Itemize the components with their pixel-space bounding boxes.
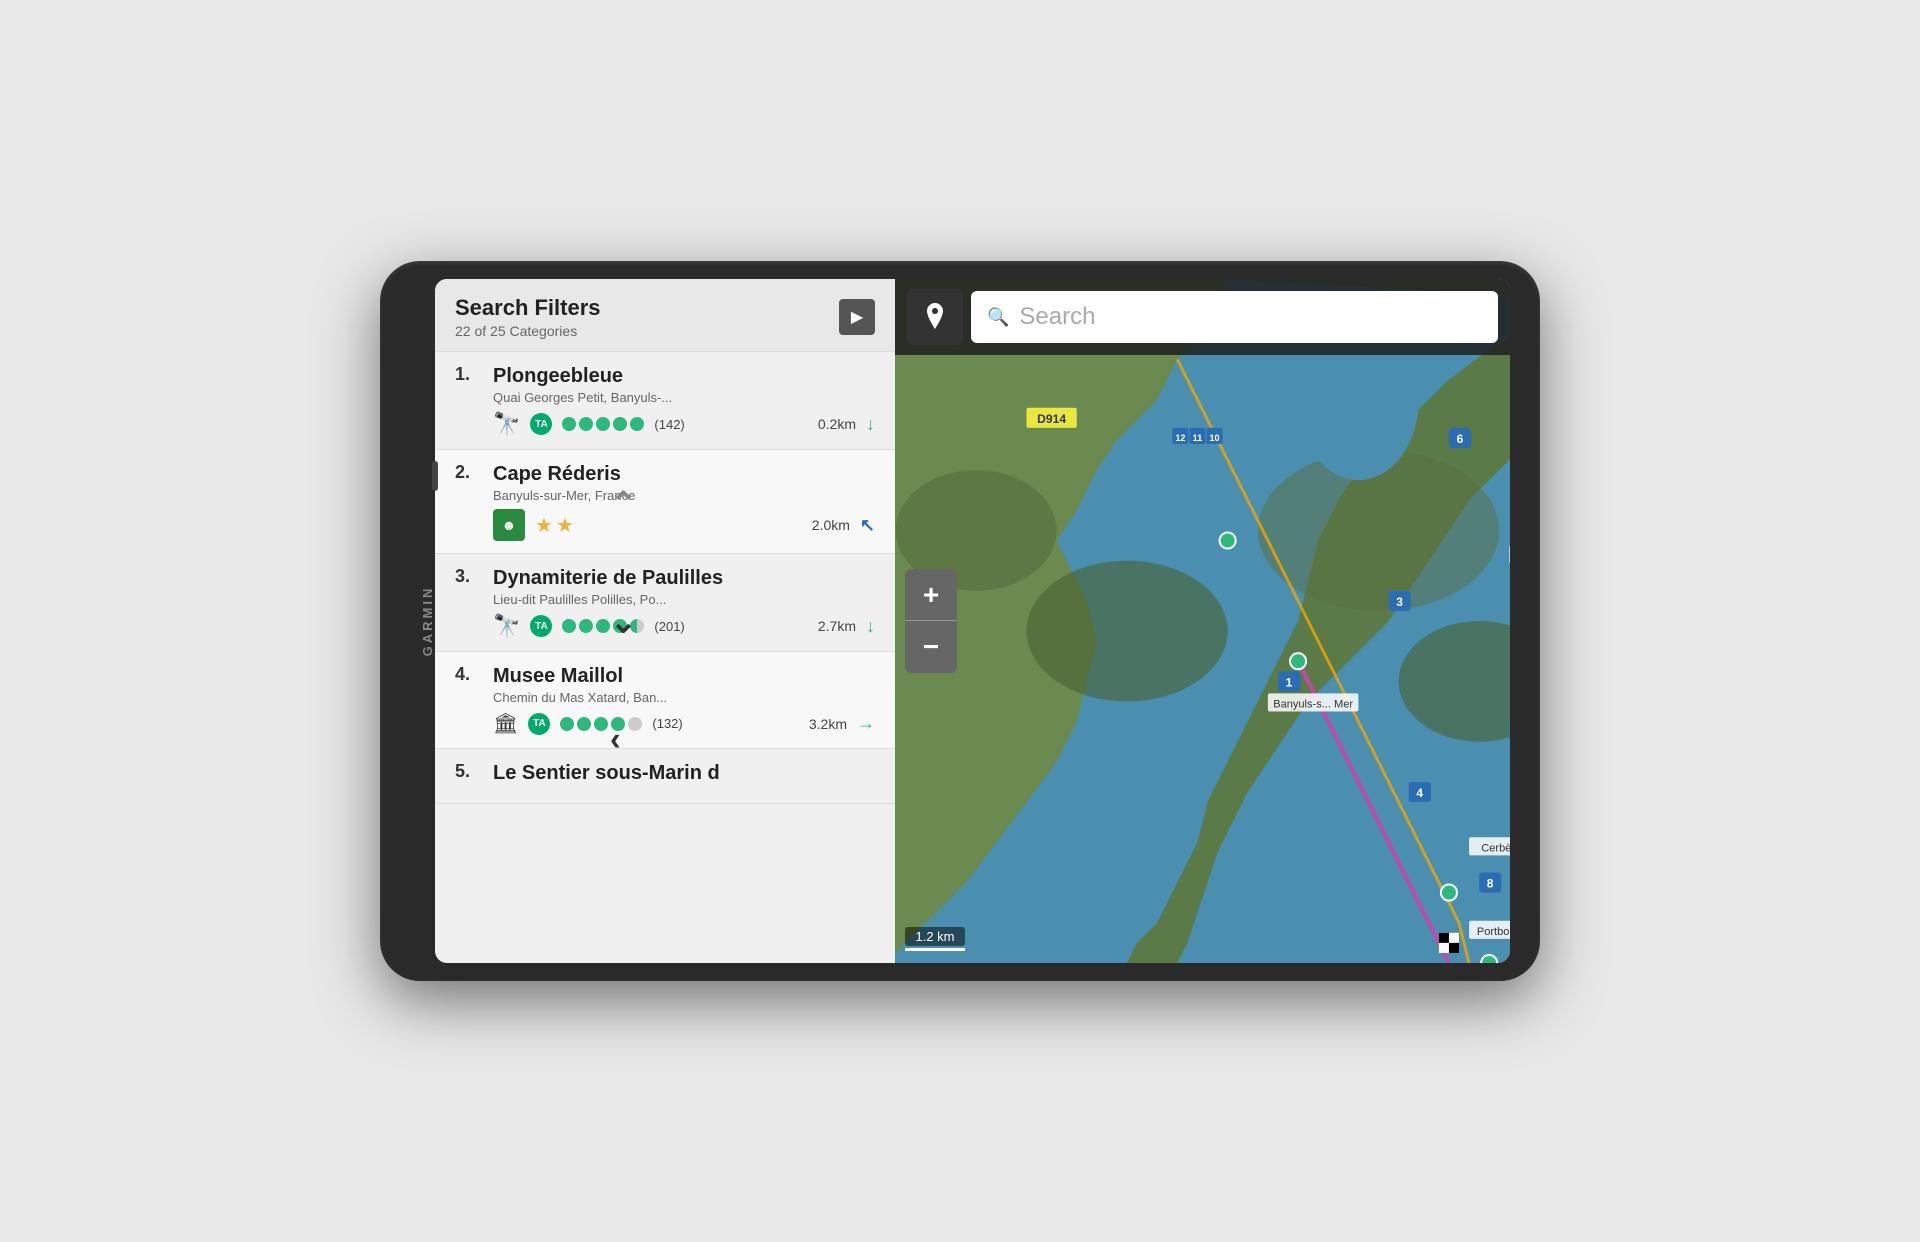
poi-item-1[interactable]: 1. Plongeebleue Quai Georges Petit, Bany… (435, 352, 895, 450)
poi-name-block-2: Cape Réderis Banyuls-sur-Mer, France (493, 462, 875, 503)
poi-number-2: 2. (455, 462, 483, 483)
dot (562, 417, 576, 431)
poi-item-4[interactable]: 4. Musee Maillol Chemin du Mas Xatard, B… (435, 652, 895, 749)
poi-number-3: 3. (455, 566, 483, 587)
stars-2: ★ ★ (535, 513, 574, 538)
poi-list: 1. Plongeebleue Quai Georges Petit, Bany… (435, 352, 895, 963)
zoom-out-button[interactable]: − (905, 621, 957, 673)
binoculars-icon-1: 🔭 (493, 411, 520, 437)
svg-text:10: 10 (1210, 433, 1220, 443)
poi-details-2: ☻ ★ ★ 2.0km ↖ (455, 509, 875, 541)
left-panel: Search Filters 22 of 25 Categories ▶ 1. … (435, 279, 895, 963)
dot (579, 417, 593, 431)
distance-1: 0.2km (818, 416, 856, 432)
poi-name-block-4: Musee Maillol Chemin du Mas Xatard, Ban.… (493, 664, 875, 705)
svg-text:4: 4 (1416, 786, 1423, 800)
filter-arrow-button[interactable]: ▶ (839, 299, 875, 335)
dot (562, 619, 576, 633)
scroll-up-button[interactable]: ⌃ (610, 485, 637, 523)
svg-text:12: 12 (1175, 433, 1185, 443)
review-count-4: (132) (652, 716, 682, 731)
dot (577, 717, 591, 731)
tripadvisor-icon-4: TA (528, 713, 550, 735)
direction-2: ↖ (860, 515, 875, 536)
poi-address-3: Lieu-dit Paulilles Polilles, Po... (493, 592, 875, 607)
svg-text:Cerbère: Cerbère (1481, 842, 1510, 854)
search-bar[interactable]: 🔍 Search (971, 291, 1498, 343)
svg-text:Banyuls-s... Mer: Banyuls-s... Mer (1273, 699, 1353, 711)
garmin-device: GARMIN Search Filters 22 of 25 Categorie… (380, 261, 1540, 981)
dot (630, 417, 644, 431)
museum-icon-4: 🏛 (493, 711, 518, 736)
poi-name-block-5: Le Sentier sous-Marin d (493, 761, 875, 785)
svg-text:11: 11 (1193, 433, 1203, 443)
filter-header: Search Filters 22 of 25 Categories ▶ (435, 279, 895, 352)
scale-label: 1.2 km (905, 927, 965, 946)
distance-3: 2.7km (818, 618, 856, 634)
search-placeholder: Search (1019, 303, 1095, 331)
poi-name-4: Musee Maillol (493, 664, 875, 688)
star: ★ (556, 513, 574, 538)
poi-details-3: 🔭 TA (201) 2.7km ↓ (455, 613, 875, 639)
dot (596, 619, 610, 633)
poi-name-1: Plongeebleue (493, 364, 875, 388)
poi-name-3: Dynamiterie de Paulilles (493, 566, 875, 590)
dot (560, 717, 574, 731)
back-button[interactable]: ‹ (610, 721, 637, 758)
screen: Search Filters 22 of 25 Categories ▶ 1. … (435, 279, 1510, 963)
scale-bar: 1.2 km (905, 927, 965, 951)
binoculars-icon-3: 🔭 (493, 613, 520, 639)
poi-name-5: Le Sentier sous-Marin d (493, 761, 875, 785)
poi-address-4: Chemin du Mas Xatard, Ban... (493, 690, 875, 705)
poi-item-2[interactable]: 2. Cape Réderis Banyuls-sur-Mer, France … (435, 450, 895, 554)
filter-title: Search Filters (455, 295, 601, 321)
map-panel[interactable]: 6 3 2 5 4 1 8 (895, 279, 1510, 963)
poi-item-3[interactable]: 3. Dynamiterie de Paulilles Lieu-dit Pau… (435, 554, 895, 652)
poi-name-block-1: Plongeebleue Quai Georges Petit, Banyuls… (493, 364, 875, 405)
tripadvisor-icon-1: TA (530, 413, 552, 435)
filter-title-block: Search Filters 22 of 25 Categories (455, 295, 601, 339)
search-icon: 🔍 (987, 307, 1009, 328)
svg-text:D914: D914 (1037, 412, 1066, 426)
rating-1 (562, 417, 644, 431)
poi-number-1: 1. (455, 364, 483, 385)
michelin-icon-2: ☻ (493, 509, 525, 541)
svg-text:6: 6 (1457, 432, 1464, 446)
zoom-in-button[interactable]: + (905, 569, 957, 621)
brand-label: GARMIN (420, 586, 435, 657)
poi-address-2: Banyuls-sur-Mer, France (493, 488, 875, 503)
poi-details-1: 🔭 TA (142) 0.2km ↓ (455, 411, 875, 437)
map-background: 6 3 2 5 4 1 8 (895, 279, 1510, 963)
dot (594, 717, 608, 731)
poi-address-1: Quai Georges Petit, Banyuls-... (493, 390, 875, 405)
svg-text:8: 8 (1487, 877, 1494, 891)
poi-name-block-3: Dynamiterie de Paulilles Lieu-dit Paulil… (493, 566, 875, 607)
review-count-3: (201) (654, 619, 684, 634)
star: ★ (535, 513, 553, 538)
poi-details-4: 🏛 TA (132) 3.2km → (455, 711, 875, 736)
distance-2: 2.0km (812, 517, 850, 533)
poi-number-4: 4. (455, 664, 483, 685)
svg-text:3: 3 (1396, 595, 1403, 609)
direction-3: ↓ (866, 616, 875, 637)
svg-text:1: 1 (1286, 675, 1293, 689)
dot (613, 417, 627, 431)
poi-item-5[interactable]: 5. Le Sentier sous-Marin d (435, 749, 895, 804)
poi-number-5: 5. (455, 761, 483, 782)
scroll-down-button[interactable]: ⌄ (610, 603, 637, 641)
direction-4: → (857, 713, 875, 734)
svg-text:Portbou: Portbou (1477, 926, 1510, 938)
review-count-1: (142) (654, 417, 684, 432)
distance-4: 3.2km (809, 716, 847, 732)
filter-subtitle: 22 of 25 Categories (455, 323, 601, 339)
direction-1: ↓ (866, 414, 875, 435)
location-button[interactable] (907, 289, 963, 345)
poi-name-2: Cape Réderis (493, 462, 875, 486)
zoom-controls: + − (905, 569, 957, 673)
tripadvisor-icon-3: TA (530, 615, 552, 637)
dot (596, 417, 610, 431)
dot (579, 619, 593, 633)
map-top-bar: 🔍 Search (895, 279, 1510, 355)
side-button[interactable] (432, 461, 438, 491)
